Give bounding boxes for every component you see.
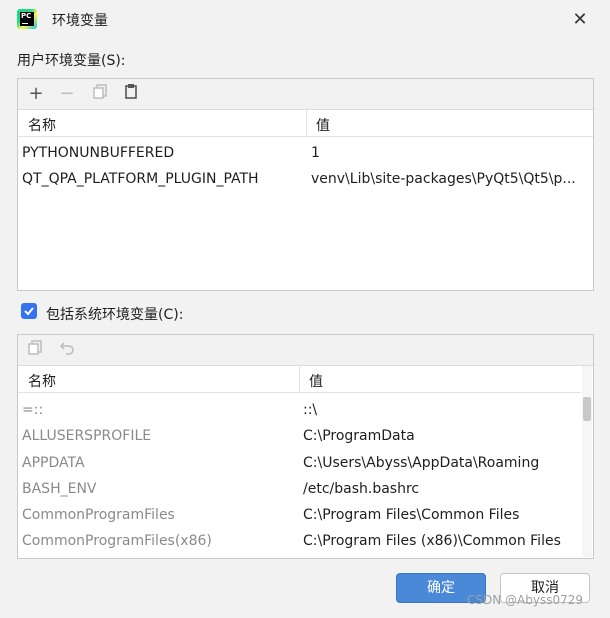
var-value: C:\ProgramData <box>303 428 415 444</box>
var-name: ALLUSERSPROFILE <box>22 428 152 444</box>
table-row[interactable]: APPDATA C:\Users\Abyss\AppData\Roaming <box>18 451 593 477</box>
column-header-name[interactable]: 名称 <box>28 115 56 135</box>
var-value: 1 <box>311 145 320 161</box>
pycharm-icon: PC <box>17 9 37 29</box>
undo-icon[interactable] <box>56 339 78 361</box>
var-value: C:\Users\Abyss\AppData\Roaming <box>303 455 540 471</box>
table-row[interactable]: CommonProgramFiles(x86) C:\Program Files… <box>18 529 593 555</box>
var-name: QT_QPA_PLATFORM_PLUGIN_PATH <box>22 171 259 187</box>
var-name: CommonProgramFiles(x86) <box>22 533 212 549</box>
user-env-toolbar: + − <box>18 79 593 110</box>
column-header-value[interactable]: 值 <box>309 371 323 391</box>
remove-icon[interactable]: − <box>56 83 78 105</box>
paste-icon[interactable] <box>120 83 142 105</box>
var-name: PYTHONUNBUFFERED <box>22 145 175 161</box>
window-title: 环境变量 <box>52 13 108 29</box>
var-name: =:: <box>22 402 44 418</box>
include-system-label[interactable]: 包括系统环境变量(C): <box>46 304 183 324</box>
table-row[interactable]: PYTHONUNBUFFERED 1 <box>18 141 593 167</box>
add-icon[interactable]: + <box>25 83 47 105</box>
var-value: venv\Lib\site-packages\PyQt5\Qt5\p... <box>311 171 576 187</box>
var-value: C:\Program Files\Common Files <box>303 507 520 523</box>
table-row[interactable]: CommonProgramFiles C:\Program Files\Comm… <box>18 503 593 529</box>
user-env-label: 用户环境变量(S): <box>17 53 126 69</box>
close-icon[interactable]: ✕ <box>568 8 592 32</box>
copy-icon[interactable] <box>89 83 111 105</box>
watermark: CSDN @Abyss0729 <box>467 593 583 607</box>
title-bar: PC 环境变量 ✕ <box>0 0 610 40</box>
column-divider[interactable] <box>306 110 307 136</box>
system-env-toolbar <box>18 335 593 366</box>
system-env-panel: 名称 值 =:: ::\ ALLUSERSPROFILE C:\ProgramD… <box>17 334 594 559</box>
column-header-name[interactable]: 名称 <box>28 371 56 391</box>
column-header-value[interactable]: 值 <box>316 115 330 135</box>
copy-icon[interactable] <box>24 339 46 361</box>
var-name: BASH_ENV <box>22 481 97 497</box>
column-divider[interactable] <box>299 366 300 392</box>
var-name: APPDATA <box>22 455 85 471</box>
scrollbar[interactable] <box>582 366 592 557</box>
var-name: CommonProgramFiles <box>22 507 175 523</box>
table-row[interactable]: =:: ::\ <box>18 398 593 424</box>
scrollbar-thumb[interactable] <box>583 397 591 421</box>
system-env-header: 名称 值 <box>18 366 581 393</box>
user-env-panel: + − 名称 值 PYTHONUNBUFFERED 1 QT_QPA_PLATF… <box>17 78 594 291</box>
var-value: /etc/bash.bashrc <box>303 481 420 497</box>
var-value: ::\ <box>303 402 318 418</box>
include-system-checkbox[interactable] <box>21 303 37 319</box>
user-env-header: 名称 值 <box>18 110 593 137</box>
table-row[interactable]: ALLUSERSPROFILE C:\ProgramData <box>18 424 593 450</box>
table-row[interactable]: BASH_ENV /etc/bash.bashrc <box>18 477 593 503</box>
var-value: C:\Program Files (x86)\Common Files <box>303 533 561 549</box>
table-row[interactable]: QT_QPA_PLATFORM_PLUGIN_PATH venv\Lib\sit… <box>18 167 593 193</box>
